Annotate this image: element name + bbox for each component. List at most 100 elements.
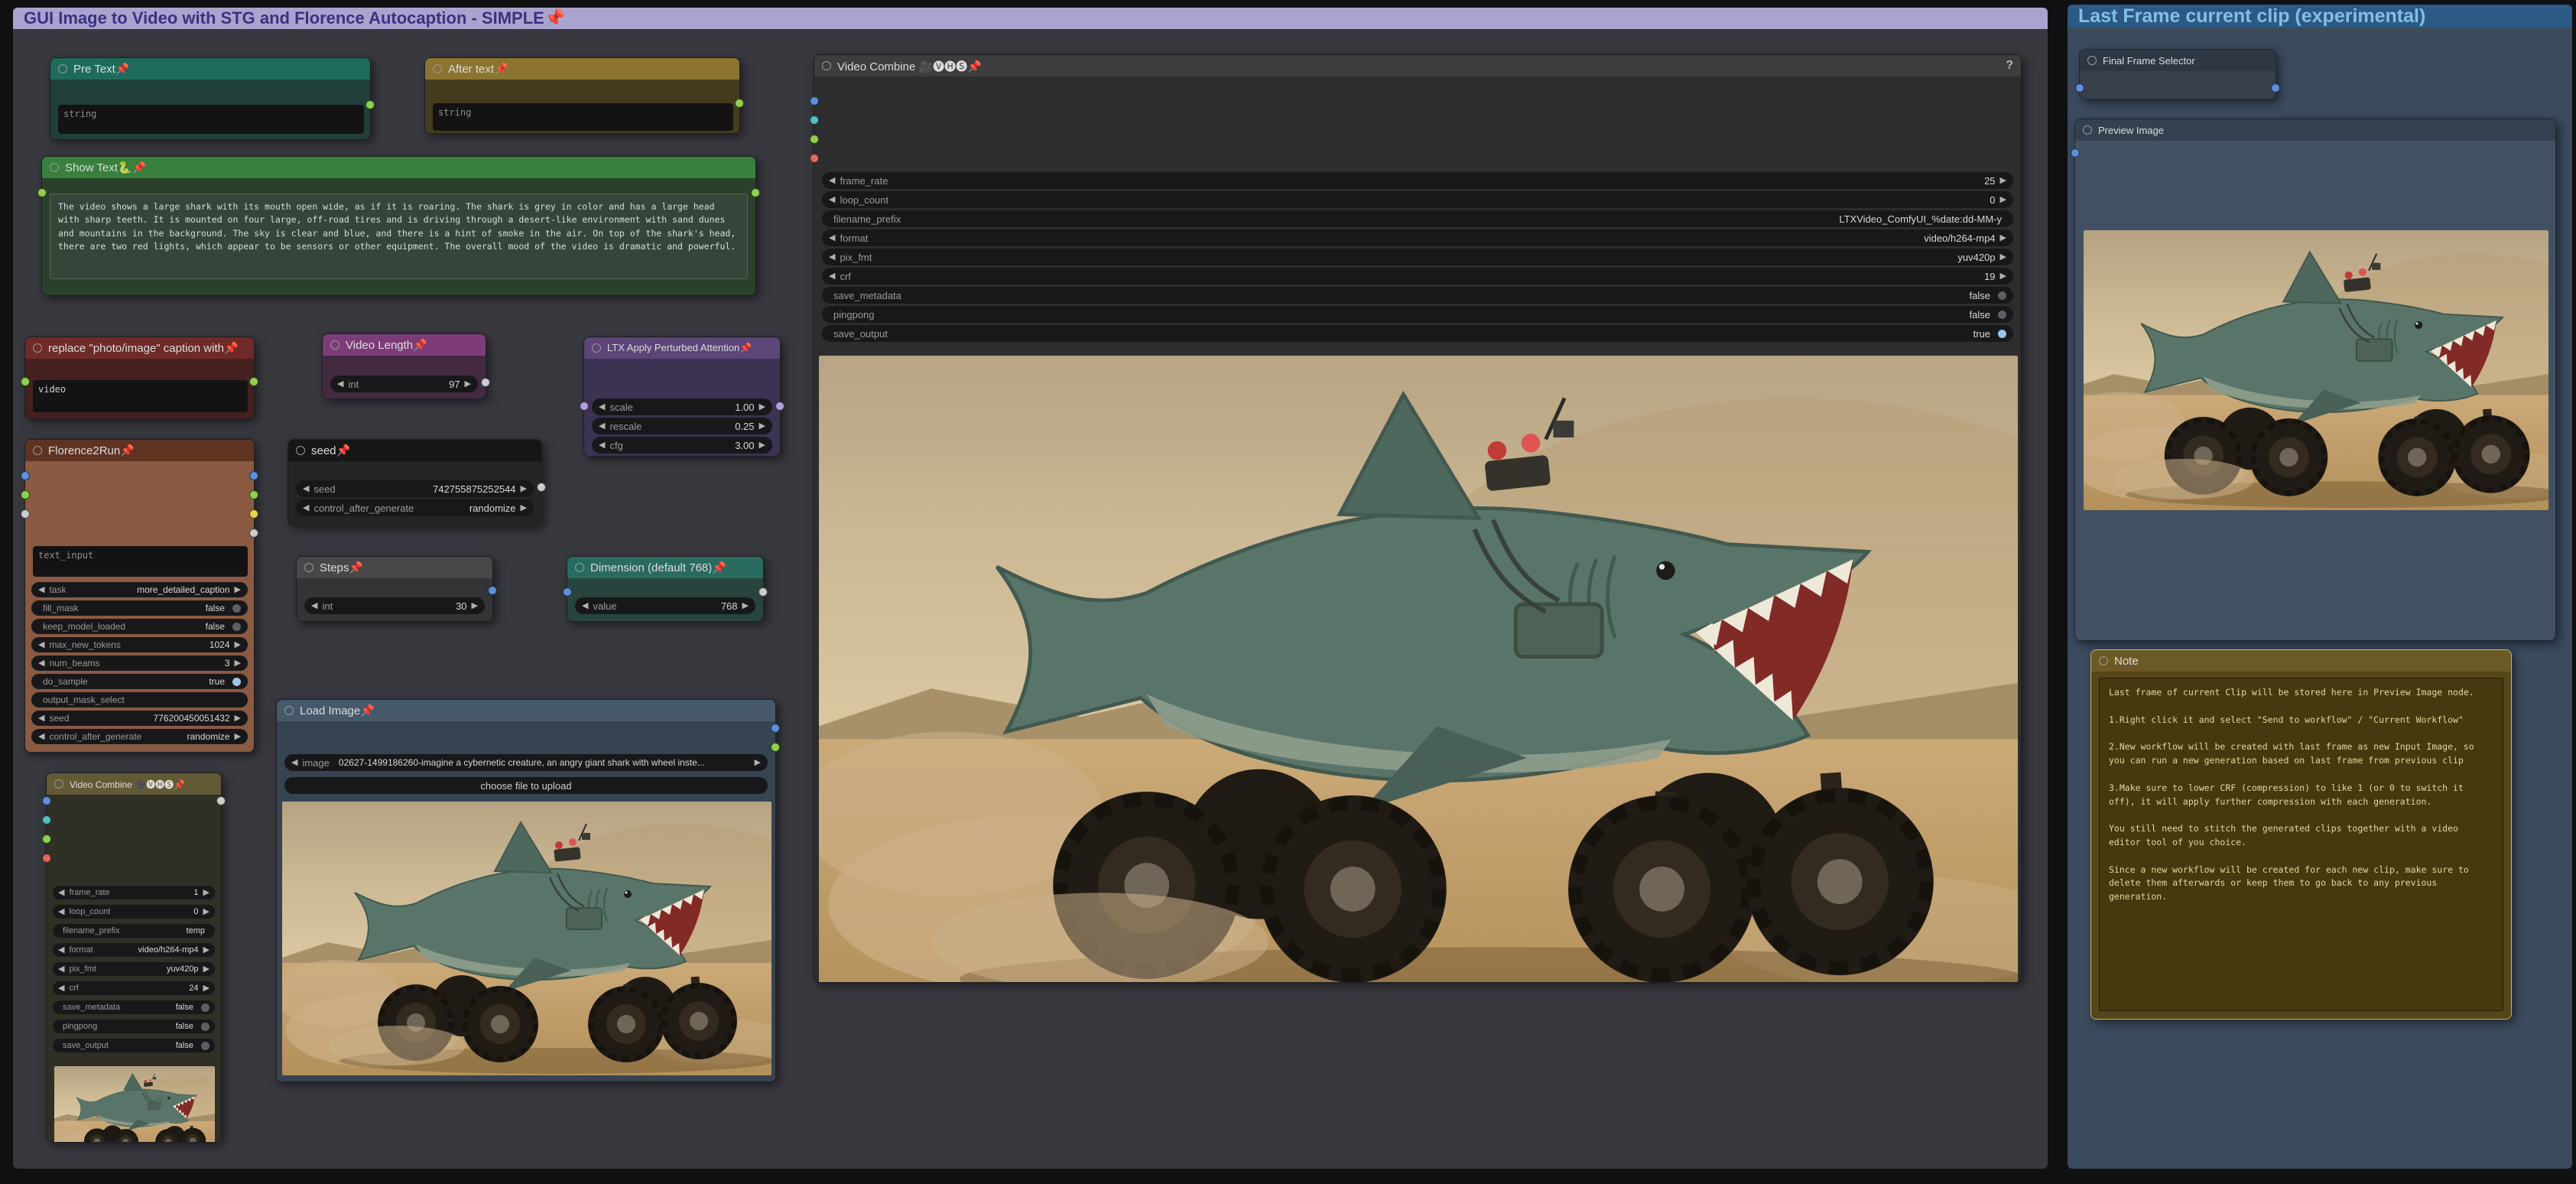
decrement-arrow-icon[interactable]: ◀ [58,965,64,974]
widget-pingpong[interactable]: pingpong false [53,1020,215,1033]
increment-arrow-icon[interactable]: ▶ [465,380,471,389]
node-note[interactable]: Note Last frame of current Clip will be … [2090,649,2512,1020]
widget-format[interactable]: ◀ format video/h264-mp4 ▶ [53,943,215,957]
increment-arrow-icon[interactable]: ▶ [203,908,210,916]
increment-arrow-icon[interactable]: ▶ [521,485,527,493]
output-slot-dot[interactable] [2271,83,2280,93]
decrement-arrow-icon[interactable]: ◀ [337,380,343,389]
decrement-arrow-icon[interactable]: ◀ [829,196,835,204]
after-text-input[interactable]: string [433,103,733,131]
output-slot-dot[interactable] [216,796,226,805]
output-slot-dot[interactable] [771,743,780,752]
last-frame-group-titlebar[interactable]: Last Frame current clip (experimental) [2068,5,2572,28]
decrement-arrow-icon[interactable]: ◀ [291,759,297,767]
node-titlebar[interactable]: After text📌 [425,58,739,80]
node-titlebar[interactable]: Final Frame Selector [2080,50,2276,71]
output-slot-dot[interactable] [249,377,258,386]
collapse-toggle-icon[interactable] [330,340,339,350]
node-preview-image[interactable]: Preview Image [2074,119,2556,641]
output-slot-dot[interactable] [751,188,760,197]
node-titlebar[interactable]: seed📌 [288,440,541,461]
increment-arrow-icon[interactable]: ▶ [759,441,765,450]
widget-rescale[interactable]: ◀ rescale 0.25 ▶ [592,418,772,434]
decrement-arrow-icon[interactable]: ◀ [829,177,835,185]
widget-seed[interactable]: ◀ seed 776200450051432 ▶ [31,711,248,726]
node-video-combine-large[interactable]: Video Combine 🎥🅥🅗🅢📌 ? ◀ frame_rate 25 ▶ … [814,54,2022,983]
widget-task[interactable]: ◀ task more_detailed_caption ▶ [31,582,248,597]
collapse-toggle-icon[interactable] [284,706,294,715]
decrement-arrow-icon[interactable]: ◀ [303,485,309,493]
collapse-toggle-icon[interactable] [296,446,305,455]
input-slot-dot[interactable] [810,96,819,106]
increment-arrow-icon[interactable]: ▶ [203,984,210,993]
increment-arrow-icon[interactable]: ▶ [235,659,241,668]
video-combine-small-preview[interactable] [54,1066,215,1142]
increment-arrow-icon[interactable]: ▶ [235,641,241,649]
input-slot-dot[interactable] [21,509,30,519]
widget-image-combo[interactable]: ◀ image 02627-1499186260-imagine a cyber… [284,754,768,771]
collapse-toggle-icon[interactable] [33,446,42,455]
widget-control-after-generate[interactable]: ◀ control_after_generate randomize ▶ [296,499,534,516]
collapse-toggle-icon[interactable] [2087,56,2097,65]
input-slot-dot[interactable] [21,490,30,499]
widget-keep-model-loaded[interactable]: keep_model_loaded false [31,619,248,634]
text-input-field[interactable]: text_input [33,546,248,577]
widget-control-after-generate[interactable]: ◀ control_after_generate randomize ▶ [31,729,248,744]
decrement-arrow-icon[interactable]: ◀ [829,272,835,281]
increment-arrow-icon[interactable]: ▶ [235,714,241,723]
widget-output-mask-select[interactable]: output_mask_select [31,692,248,707]
increment-arrow-icon[interactable]: ▶ [2000,234,2006,242]
node-titlebar[interactable]: Dimension (default 768)📌 [567,557,763,578]
node-dimension[interactable]: Dimension (default 768)📌 ◀ value 768 ▶ [567,556,764,622]
output-slot-dot[interactable] [249,490,258,499]
node-replace-caption[interactable]: replace "photo/image" caption with📌 vide… [24,337,255,419]
widget-save-output[interactable]: save_output false [53,1039,215,1052]
input-slot-dot[interactable] [563,587,572,597]
node-florence2run[interactable]: Florence2Run📌 text_input ◀ task more_det… [24,439,255,753]
input-slot-dot[interactable] [21,377,30,386]
video-combine-large-preview[interactable] [819,356,2018,982]
help-icon[interactable]: ? [2006,59,2013,73]
output-slot-dot[interactable] [249,529,258,538]
increment-arrow-icon[interactable]: ▶ [759,403,765,411]
upload-button[interactable]: choose file to upload [284,777,768,794]
output-slot-dot[interactable] [365,100,375,109]
input-slot-dot[interactable] [2075,83,2084,93]
widget-save-metadata[interactable]: save_metadata false [53,1000,215,1014]
decrement-arrow-icon[interactable]: ◀ [58,908,64,916]
input-slot-dot[interactable] [42,854,51,863]
collapse-toggle-icon[interactable] [33,343,42,353]
decrement-arrow-icon[interactable]: ◀ [58,946,64,955]
collapse-toggle-icon[interactable] [2083,125,2092,135]
decrement-arrow-icon[interactable]: ◀ [829,234,835,242]
increment-arrow-icon[interactable]: ▶ [521,504,527,512]
widget-value[interactable]: ◀ value 768 ▶ [575,597,755,614]
node-titlebar[interactable]: Note [2091,650,2511,672]
node-titlebar[interactable]: Load Image📌 [277,700,775,721]
collapse-toggle-icon[interactable] [822,61,831,70]
input-slot-dot[interactable] [580,402,589,411]
widget-scale[interactable]: ◀ scale 1.00 ▶ [592,398,772,415]
increment-arrow-icon[interactable]: ▶ [203,965,210,974]
widget-max-new-tokens[interactable]: ◀ max_new_tokens 1024 ▶ [31,637,248,652]
node-titlebar[interactable]: Video Combine 🎥🅥🅗🅢📌 ? [814,55,2021,76]
widget-frame-rate[interactable]: ◀ frame_rate 25 ▶ [822,172,2013,189]
decrement-arrow-icon[interactable]: ◀ [599,441,605,450]
widget-filename-prefix[interactable]: filename_prefix LTXVideo_ComfyUI_%date:d… [822,210,2013,227]
increment-arrow-icon[interactable]: ▶ [2000,253,2006,262]
increment-arrow-icon[interactable]: ▶ [203,946,210,955]
node-titlebar[interactable]: LTX Apply Perturbed Attention📌 [584,337,780,359]
node-show-text[interactable]: Show Text🐍📌 The video shows a large shar… [41,156,756,296]
widget-num-beams[interactable]: ◀ num_beams 3 ▶ [31,655,248,671]
increment-arrow-icon[interactable]: ▶ [759,422,765,431]
decrement-arrow-icon[interactable]: ◀ [38,659,44,668]
output-slot-dot[interactable] [759,587,768,597]
node-seed[interactable]: seed📌 ◀ seed 742755875252544 ▶ ◀ control… [287,439,542,526]
node-steps[interactable]: Steps📌 ◀ int 30 ▶ [296,556,493,622]
increment-arrow-icon[interactable]: ▶ [742,602,749,610]
output-slot-dot[interactable] [775,402,784,411]
main-group-titlebar[interactable]: GUI Image to Video with STG and Florence… [13,8,2048,29]
decrement-arrow-icon[interactable]: ◀ [38,586,44,594]
decrement-arrow-icon[interactable]: ◀ [38,714,44,723]
node-titlebar[interactable]: replace "photo/image" caption with📌 [25,337,254,359]
